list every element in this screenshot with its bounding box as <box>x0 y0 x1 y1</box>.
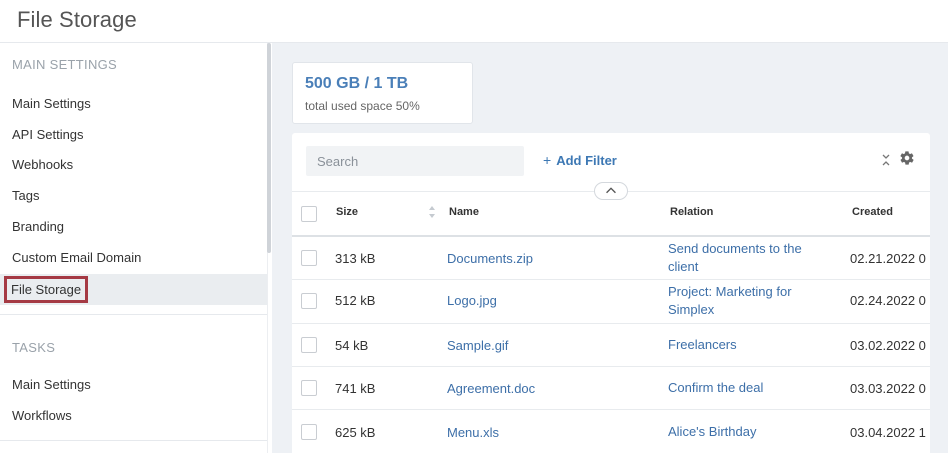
row-file-name-link[interactable]: Agreement.doc <box>447 381 535 396</box>
sidebar-item-label: File Storage <box>3 276 89 303</box>
column-header-size[interactable]: Size <box>336 206 358 218</box>
page-header: File Storage <box>0 0 948 43</box>
row-size: 313 kB <box>335 251 376 266</box>
row-size: 625 kB <box>335 425 376 440</box>
search-input[interactable] <box>306 146 524 176</box>
sidebar-section-tasks: TASKS <box>12 340 56 355</box>
row-divider <box>292 366 930 367</box>
row-created: 03.03.2022 0 <box>850 381 926 396</box>
select-all-checkbox[interactable] <box>301 206 317 222</box>
sidebar-item-tasks-main-settings[interactable]: Main Settings <box>0 369 267 400</box>
row-relation-link[interactable]: Alice's Birthday <box>668 423 818 441</box>
add-filter-label: Add Filter <box>556 153 617 168</box>
row-file-name-link[interactable]: Documents.zip <box>447 251 533 266</box>
row-checkbox[interactable] <box>301 337 317 353</box>
sidebar-item-label: Custom Email Domain <box>12 250 142 265</box>
row-relation-link[interactable]: Project: Marketing for Simplex <box>668 283 818 319</box>
row-divider <box>292 409 930 410</box>
sidebar-item-label: Main Settings <box>12 377 91 392</box>
sidebar-scrollbar[interactable] <box>267 43 271 253</box>
sidebar-divider <box>0 314 267 315</box>
row-created: 03.04.2022 1 <box>850 425 926 440</box>
row-created: 02.21.2022 0 <box>850 251 926 266</box>
row-file-name-link[interactable]: Menu.xls <box>447 425 499 440</box>
table-header-divider <box>292 235 930 237</box>
row-size: 512 kB <box>335 293 376 308</box>
sidebar-item-branding[interactable]: Branding <box>0 211 267 242</box>
row-size: 54 kB <box>335 338 369 353</box>
sidebar-section-main-settings: MAIN SETTINGS <box>12 57 118 72</box>
sidebar-item-tags[interactable]: Tags <box>0 180 267 211</box>
row-file-name-link[interactable]: Sample.gif <box>447 338 508 353</box>
sidebar-item-custom-email-domain[interactable]: Custom Email Domain <box>0 242 267 273</box>
column-header-relation[interactable]: Relation <box>670 206 713 218</box>
row-checkbox[interactable] <box>301 380 317 396</box>
storage-usage-card: 500 GB / 1 TB total used space 50% <box>292 62 473 124</box>
sidebar-item-file-storage[interactable]: File Storage <box>0 274 267 305</box>
sidebar-item-webhooks[interactable]: Webhooks <box>0 149 267 180</box>
row-file-name-link[interactable]: Logo.jpg <box>447 293 497 308</box>
page-title: File Storage <box>17 7 137 32</box>
row-divider <box>292 279 930 280</box>
row-divider <box>292 323 930 324</box>
row-size: 741 kB <box>335 381 376 396</box>
column-header-name[interactable]: Name <box>449 206 479 218</box>
sidebar-item-workflows[interactable]: Workflows <box>0 400 267 431</box>
row-checkbox[interactable] <box>301 424 317 440</box>
sidebar-item-label: Webhooks <box>12 157 74 172</box>
sidebar-item-label: Main Settings <box>12 96 91 111</box>
sidebar-item-label: Workflows <box>12 408 72 423</box>
row-created: 02.24.2022 0 <box>850 293 926 308</box>
sidebar-item-main-settings[interactable]: Main Settings <box>0 88 267 119</box>
sidebar-item-api-settings[interactable]: API Settings <box>0 119 267 150</box>
row-relation-link[interactable]: Send documents to the client <box>668 240 818 276</box>
sidebar-item-label: Tags <box>12 188 40 203</box>
storage-usage-value: 500 GB / 1 TB <box>305 75 409 92</box>
gear-icon[interactable] <box>899 150 915 166</box>
chevron-up-icon[interactable] <box>594 182 628 200</box>
plus-icon: + <box>543 152 552 168</box>
row-checkbox[interactable] <box>301 250 317 266</box>
sidebar-item-label: Branding <box>12 219 65 234</box>
collapse-rows-icon[interactable] <box>880 152 892 168</box>
row-created: 03.02.2022 0 <box>850 338 926 353</box>
sidebar-item-label: API Settings <box>12 127 84 142</box>
row-relation-link[interactable]: Confirm the deal <box>668 379 818 397</box>
sidebar: MAIN SETTINGS Main Settings API Settings… <box>0 43 268 453</box>
sidebar-divider <box>0 440 267 441</box>
storage-usage-subtitle: total used space 50% <box>305 99 420 113</box>
sort-icon[interactable] <box>428 205 436 219</box>
row-relation-link[interactable]: Freelancers <box>668 336 818 354</box>
row-checkbox[interactable] <box>301 293 317 309</box>
column-header-created[interactable]: Created <box>852 206 893 218</box>
files-table-card <box>292 133 930 453</box>
add-filter-button[interactable]: + Add Filter <box>543 152 617 168</box>
